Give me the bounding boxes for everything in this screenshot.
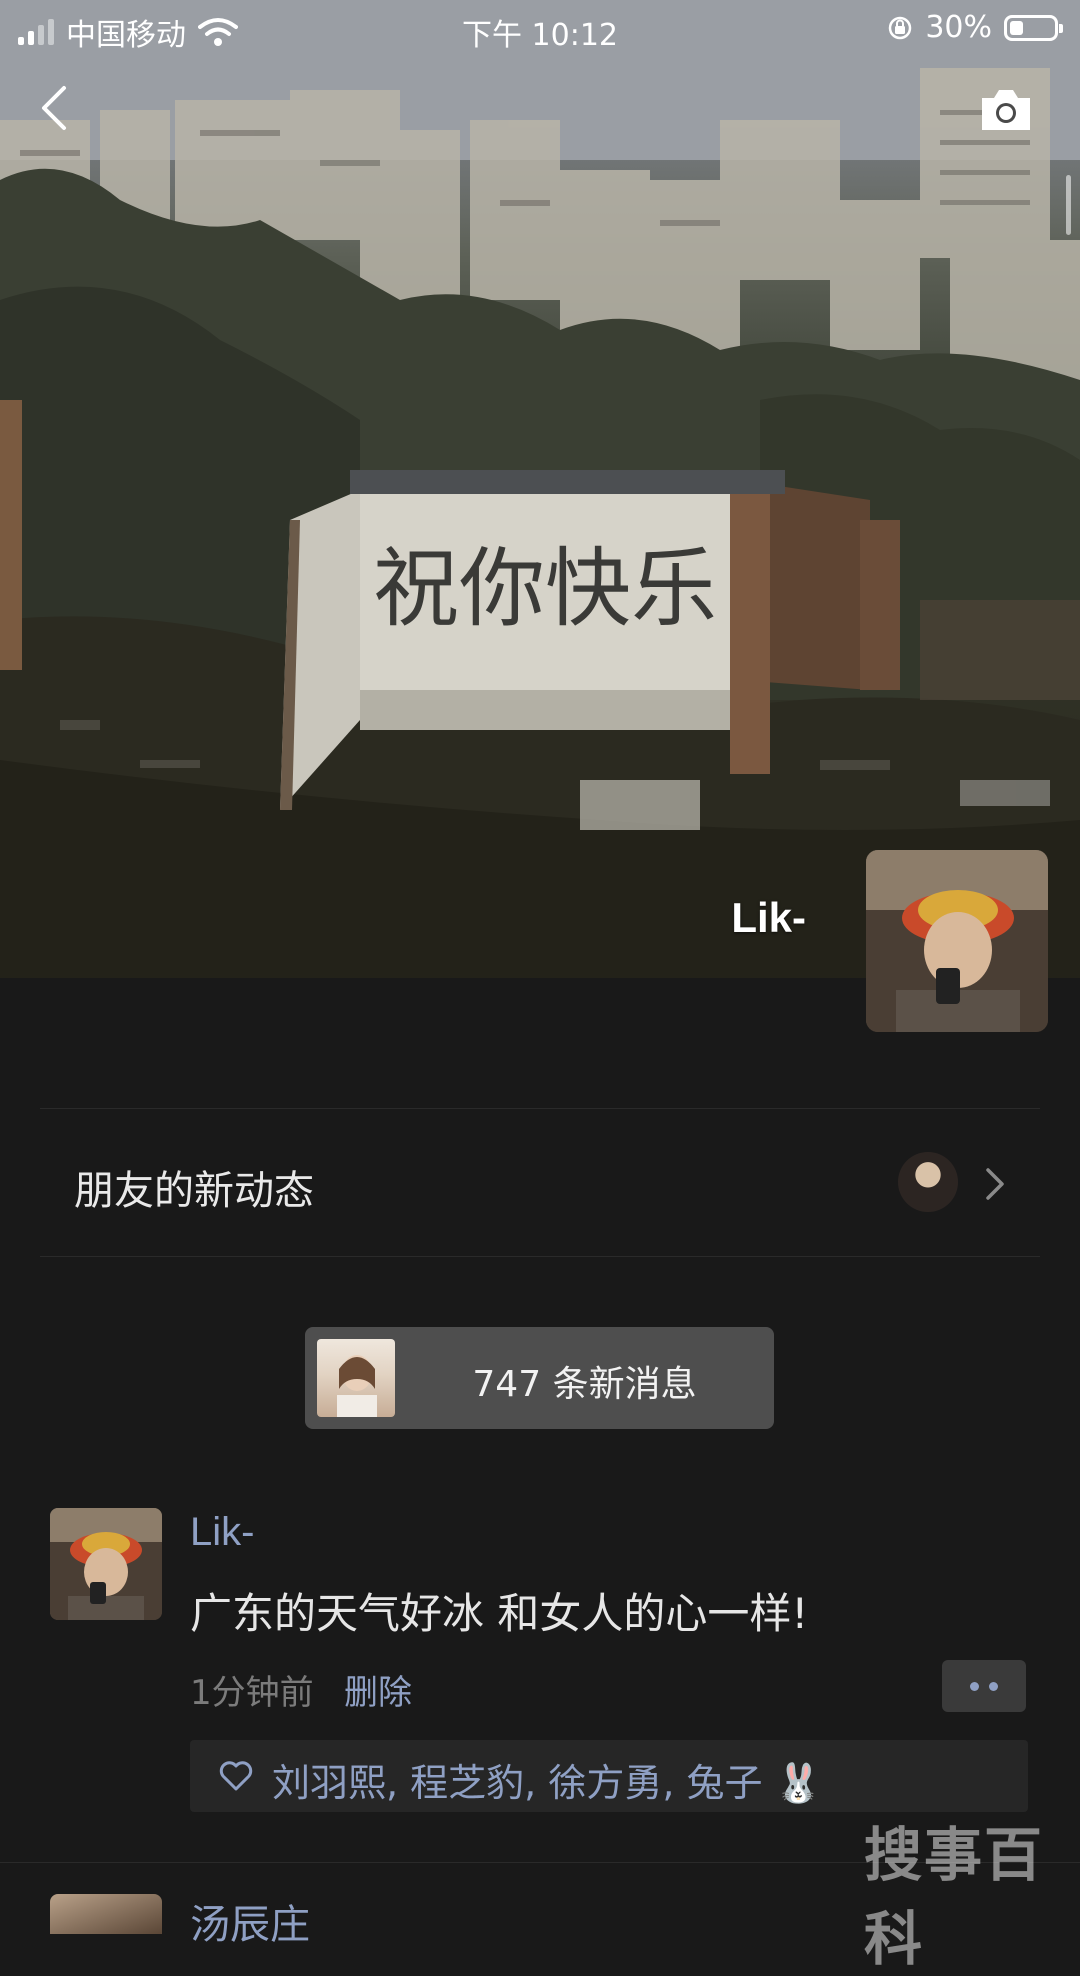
back-button[interactable] — [30, 80, 86, 136]
likes-box: 刘羽熙, 程芝豹, 徐方勇, 兔子 🐰 — [190, 1740, 1028, 1812]
new-messages-label: 747 条新消息 — [472, 1364, 697, 1405]
new-messages-button[interactable]: 747 条新消息 — [305, 1327, 774, 1429]
divider — [40, 1256, 1040, 1257]
rotation-lock-icon — [889, 16, 912, 39]
camera-icon — [982, 90, 1030, 130]
likes-names[interactable]: 刘羽熙, 程芝豹, 徐方勇, 兔子 🐰 — [272, 1752, 822, 1807]
chevron-right-icon — [986, 1168, 1004, 1200]
cover-user-name: Lik- — [731, 894, 806, 941]
next-post-avatar[interactable] — [50, 1894, 162, 1934]
next-post-author[interactable]: 汤辰庄 — [190, 1892, 310, 1950]
wall-graffiti-text: 祝你快乐 — [373, 539, 717, 639]
post-author[interactable]: Lik- — [190, 1510, 254, 1555]
battery-level-fill — [1010, 20, 1023, 35]
heart-icon — [219, 1761, 253, 1791]
friend-updates-row[interactable]: 朋友的新动态 — [0, 1110, 1080, 1258]
dot-icon — [989, 1681, 998, 1691]
dot-icon — [970, 1681, 979, 1691]
cover-photo-scene: 祝你快乐 — [0, 0, 1080, 978]
avatar-photo — [866, 850, 1048, 1032]
cover-photo[interactable]: 祝你快乐 Lik- — [0, 0, 1080, 978]
watermark-text: 搜事百科 — [864, 1821, 1045, 1973]
delete-link[interactable]: 删除 — [344, 1665, 412, 1714]
battery-icon — [1004, 14, 1063, 41]
post-text: 广东的天气好冰 和女人的心一样! — [190, 1589, 809, 1638]
friend-updates-label: 朋友的新动态 — [74, 1168, 314, 1214]
post-time: 1分钟前 — [190, 1673, 314, 1713]
divider — [40, 1108, 1040, 1109]
post-avatar[interactable] — [50, 1508, 162, 1620]
friend-updates-avatar — [898, 1152, 958, 1212]
status-bar: 中国移动 下午 10:12 30% — [0, 0, 1080, 56]
more-actions-button[interactable] — [942, 1660, 1026, 1712]
scroll-indicator — [1066, 175, 1071, 235]
cover-avatar[interactable] — [866, 850, 1048, 1032]
battery-percent: 30% — [925, 10, 992, 45]
camera-button[interactable] — [978, 86, 1034, 134]
chevron-left-icon — [42, 86, 66, 130]
new-messages-avatar — [317, 1339, 395, 1417]
